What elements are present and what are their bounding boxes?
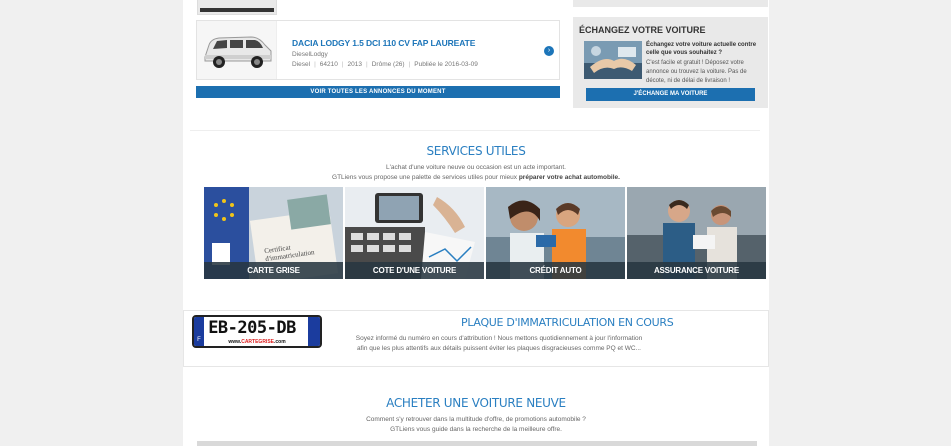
services-tiles: Certificat d'immatriculation CARTE GRISE… bbox=[204, 187, 767, 279]
exchange-button[interactable]: J'ÉCHANGE MA VOITURE bbox=[586, 88, 755, 101]
listing-title[interactable]: DACIA LODGY 1.5 DCI 110 CV FAP LAUREATE bbox=[292, 38, 475, 48]
buy-line2: GTLiens vous guide dans la recherche de … bbox=[390, 426, 562, 433]
license-plate-image[interactable]: F EB-205-DB www.CARTEGRISE.com bbox=[192, 315, 322, 348]
exchange-description: C'est facile et gratuit ! Déposez votre … bbox=[646, 60, 747, 84]
services-title: SERVICES UTILES bbox=[426, 144, 526, 158]
tile-assurance-voiture[interactable]: ASSURANCE VOITURE bbox=[627, 187, 766, 279]
listing-published: Publiée le 2016-03-09 bbox=[414, 61, 478, 68]
tile-label[interactable]: ASSURANCE VOITURE bbox=[627, 262, 766, 279]
listing-fuel: Diesel bbox=[292, 61, 311, 68]
plate-description: Soyez informé du numéro en cours d'attri… bbox=[334, 334, 664, 354]
plate-website: www.CARTEGRISE.com bbox=[228, 339, 286, 345]
exchange-box: ÉCHANGEZ VOTRE VOITURE Échangez votre vo… bbox=[573, 17, 768, 108]
tile-carte-grise[interactable]: Certificat d'immatriculation CARTE GRISE bbox=[204, 187, 343, 279]
services-line2: GTLiens vous propose une palette de serv… bbox=[183, 173, 769, 183]
tile-credit-auto[interactable]: CRÉDIT AUTO bbox=[486, 187, 625, 279]
buy-title: ACHETER UNE VOITURE NEUVE bbox=[386, 396, 566, 410]
buy-line1: Comment s'y retrouver dans la multitude … bbox=[366, 416, 586, 423]
listing-year: 2013 bbox=[347, 61, 363, 68]
all-listings-button[interactable]: VOIR TOUTES LES ANNONCES DU MOMENT bbox=[196, 86, 560, 98]
services-intro: L'achat d'une voiture neuve ou occasion … bbox=[183, 163, 769, 183]
plate-section: F EB-205-DB www.CARTEGRISE.com PLAQUE D'… bbox=[183, 310, 769, 367]
car-image[interactable] bbox=[197, 21, 277, 79]
chevron-right-icon[interactable]: › bbox=[544, 46, 554, 56]
plate-title[interactable]: PLAQUE D'IMMATRICULATION EN COURS bbox=[461, 316, 674, 329]
handshake-image bbox=[584, 41, 642, 79]
services-line2-bold: préparer votre achat automobile. bbox=[518, 174, 620, 181]
plate-region-badge bbox=[308, 317, 320, 346]
listing-km: 64210 bbox=[319, 61, 338, 68]
previous-listing-thumbnail[interactable] bbox=[197, 0, 277, 15]
listing-subtitle: DieselLodgy bbox=[292, 51, 328, 58]
services-line1: L'achat d'une voiture neuve ou occasion … bbox=[386, 164, 566, 171]
sidebar-top-block bbox=[573, 0, 768, 7]
listing-card[interactable]: DACIA LODGY 1.5 DCI 110 CV FAP LAUREATE … bbox=[196, 20, 560, 80]
exchange-question: Échangez votre voiture actuelle contre c… bbox=[646, 42, 757, 56]
tile-label[interactable]: CARTE GRISE bbox=[204, 262, 343, 279]
next-section-strip bbox=[197, 441, 757, 446]
buy-intro: Comment s'y retrouver dans la multitude … bbox=[183, 415, 769, 435]
plate-line2: afin que les plus attentifs aux détails … bbox=[357, 345, 641, 352]
exchange-heading: ÉCHANGEZ VOTRE VOITURE bbox=[579, 25, 706, 35]
plate-number: EB-205-DB bbox=[208, 318, 296, 338]
services-line2-text: GTLiens vous propose une palette de serv… bbox=[332, 174, 519, 181]
tile-label[interactable]: CRÉDIT AUTO bbox=[486, 262, 625, 279]
plate-line1: Soyez informé du numéro en cours d'attri… bbox=[355, 335, 643, 342]
section-divider bbox=[190, 130, 760, 131]
listing-location: Drôme (26) bbox=[371, 61, 405, 68]
listing-meta: Diesel | 64210 | 2013 | Drôme (26) | Publiée le … bbox=[292, 61, 478, 68]
tile-label[interactable]: COTE D'UNE VOITURE bbox=[345, 262, 484, 279]
tile-cote-voiture[interactable]: COTE D'UNE VOITURE bbox=[345, 187, 484, 279]
